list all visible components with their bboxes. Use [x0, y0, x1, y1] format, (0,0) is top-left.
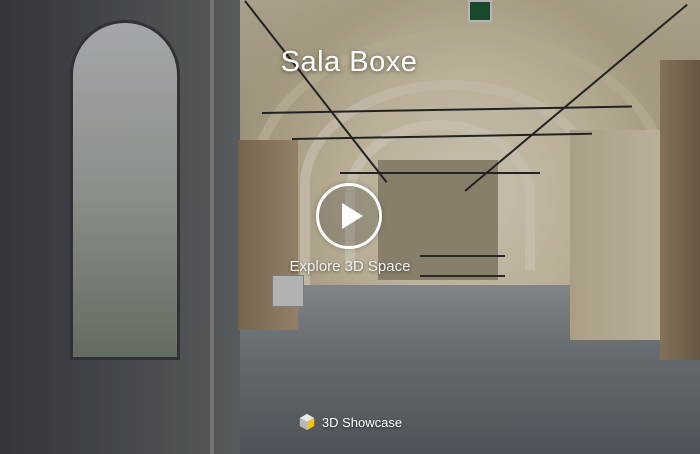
showcase-brand-link[interactable]: 3D Showcase	[298, 413, 402, 431]
play-button[interactable]	[316, 183, 382, 249]
branding-bar: 3D Showcase	[0, 413, 700, 431]
explore-3d-space-link[interactable]: Explore 3D Space	[0, 258, 700, 275]
brand-label: 3D Showcase	[321, 414, 403, 430]
play-icon	[341, 203, 363, 229]
matterport-cube-icon	[299, 413, 315, 431]
explore-label-text: Explore 3D Space	[289, 258, 411, 275]
showcase-viewer[interactable]: Sala Boxe Explore 3D Space 3D Showcase	[0, 0, 700, 454]
